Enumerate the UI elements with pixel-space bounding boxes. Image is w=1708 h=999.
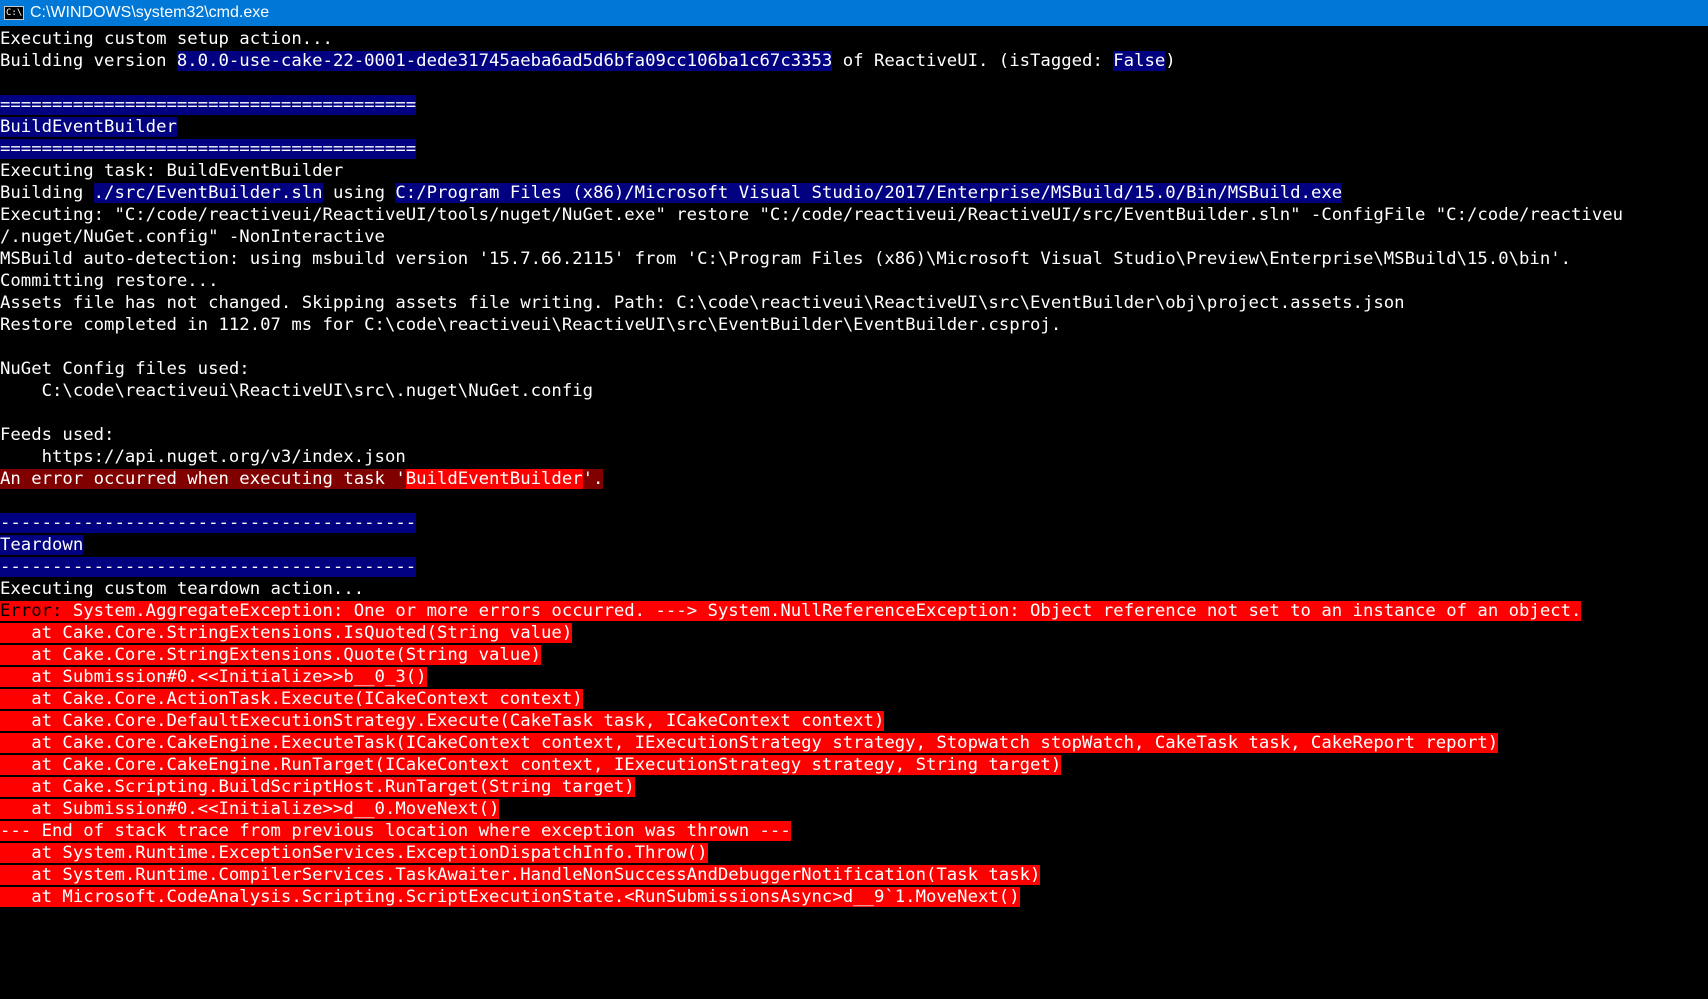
section-separator: ========================================	[0, 139, 417, 159]
console-line: Feeds used:	[0, 424, 1708, 446]
stack-frame: at System.Runtime.CompilerServices.TaskA…	[0, 865, 1041, 885]
window-title: C:\WINDOWS\system32\cmd.exe	[30, 4, 270, 21]
nuget-command-text: Executing: "C:/code/reactiveui/ReactiveU…	[0, 205, 1624, 225]
nuget-config-path: C:\code\reactiveui\ReactiveUI\src\.nuget…	[0, 381, 594, 401]
nuget-config-header: NuGet Config files used:	[0, 359, 250, 379]
solution-path: ./src/EventBuilder.sln	[93, 183, 323, 203]
setup-text: Executing custom setup action...	[0, 29, 333, 49]
stack-frame: at Cake.Core.DefaultExecutionStrategy.Ex…	[0, 711, 885, 731]
version-highlight: 8.0.0-use-cake-22-0001-dede31745aeba6ad5…	[176, 51, 833, 71]
stack-frame: at Cake.Core.StringExtensions.IsQuoted(S…	[0, 623, 573, 643]
console-line: at System.Runtime.CompilerServices.TaskA…	[0, 864, 1708, 886]
console-line: at Cake.Core.DefaultExecutionStrategy.Ex…	[0, 710, 1708, 732]
console-line: Executing custom setup action...	[0, 28, 1708, 50]
msbuild-path: C:/Program Files (x86)/Microsoft Visual …	[395, 183, 1343, 203]
console-output[interactable]: Executing custom setup action... Buildin…	[0, 28, 1708, 999]
console-line: C:\code\reactiveui\ReactiveUI\src\.nuget…	[0, 380, 1708, 402]
assets-text: Assets file has not changed. Skipping as…	[0, 293, 1405, 313]
console-line: at Cake.Core.CakeEngine.ExecuteTask(ICak…	[0, 732, 1708, 754]
console-line: at Submission#0.<<Initialize>>b__0_3()	[0, 666, 1708, 688]
console-line: ========================================	[0, 138, 1708, 160]
stack-frame: at Submission#0.<<Initialize>>b__0_3()	[0, 667, 427, 687]
console-line: Teardown	[0, 534, 1708, 556]
section-separator: ----------------------------------------	[0, 557, 417, 577]
stack-frame: at Microsoft.CodeAnalysis.Scripting.Scri…	[0, 887, 1020, 907]
build-version-prefix: Building version	[0, 51, 177, 71]
task-error-name: BuildEventBuilder	[405, 469, 583, 489]
console-line: at Cake.Core.ActionTask.Execute(ICakeCon…	[0, 688, 1708, 710]
console-line: ----------------------------------------	[0, 512, 1708, 534]
end-of-trace-text: --- End of stack trace from previous loc…	[0, 821, 791, 841]
console-line: at Cake.Core.StringExtensions.Quote(Stri…	[0, 644, 1708, 666]
stack-frame: at Submission#0.<<Initialize>>d__0.MoveN…	[0, 799, 500, 819]
console-line: Assets file has not changed. Skipping as…	[0, 292, 1708, 314]
console-line: /.nuget/NuGet.config" -NonInteractive	[0, 226, 1708, 248]
console-line: ========================================	[0, 94, 1708, 116]
executing-task-text: Executing task: BuildEventBuilder	[0, 161, 344, 181]
restore-done-text: Restore completed in 112.07 ms for C:\co…	[0, 315, 1062, 335]
cmd-icon: C:\.	[4, 6, 24, 20]
console-line: Executing: "C:/code/reactiveui/ReactiveU…	[0, 204, 1708, 226]
console-line: https://api.nuget.org/v3/index.json	[0, 446, 1708, 468]
console-line: Executing task: BuildEventBuilder	[0, 160, 1708, 182]
stack-frame: at System.Runtime.ExceptionServices.Exce…	[0, 843, 708, 863]
error-message: System.AggregateException: One or more e…	[72, 601, 1582, 621]
console-line: Executing custom teardown action...	[0, 578, 1708, 600]
section-title: BuildEventBuilder	[0, 117, 177, 137]
console-line: MSBuild auto-detection: using msbuild ve…	[0, 248, 1708, 270]
teardown-text: Executing custom teardown action...	[0, 579, 365, 599]
stack-frame: at Cake.Core.CakeEngine.ExecuteTask(ICak…	[0, 733, 1499, 753]
console-line: Error: System.AggregateException: One or…	[0, 600, 1708, 622]
console-line: at Submission#0.<<Initialize>>d__0.MoveN…	[0, 798, 1708, 820]
stack-frame: at Cake.Core.ActionTask.Execute(ICakeCon…	[0, 689, 583, 709]
stack-frame: at Cake.Core.StringExtensions.Quote(Stri…	[0, 645, 542, 665]
task-error-suffix: '.	[582, 469, 604, 489]
console-line: ----------------------------------------	[0, 556, 1708, 578]
console-line: at Cake.Core.StringExtensions.IsQuoted(S…	[0, 622, 1708, 644]
console-line: An error occurred when executing task 'B…	[0, 468, 1708, 490]
console-line: at Cake.Core.CakeEngine.RunTarget(ICakeC…	[0, 754, 1708, 776]
console-line: Restore completed in 112.07 ms for C:\co…	[0, 314, 1708, 336]
console-line: at System.Runtime.ExceptionServices.Exce…	[0, 842, 1708, 864]
nuget-command-continuation: /.nuget/NuGet.config" -NonInteractive	[0, 227, 385, 247]
console-line: --- End of stack trace from previous loc…	[0, 820, 1708, 842]
console-line: Building ./src/EventBuilder.sln using C:…	[0, 182, 1708, 204]
console-line: at Cake.Scripting.BuildScriptHost.RunTar…	[0, 776, 1708, 798]
task-error-prefix: An error occurred when executing task '	[0, 469, 406, 489]
title-bar[interactable]: C:\. C:\WINDOWS\system32\cmd.exe	[0, 0, 1708, 26]
console-line: Committing restore...	[0, 270, 1708, 292]
section-title: Teardown	[0, 535, 84, 555]
committing-text: Committing restore...	[0, 271, 219, 291]
building-middle: using	[322, 183, 396, 203]
console-line: Building version 8.0.0-use-cake-22-0001-…	[0, 50, 1708, 72]
section-separator: ========================================	[0, 95, 417, 115]
error-label: Error:	[0, 601, 73, 621]
stack-frame: at Cake.Core.CakeEngine.RunTarget(ICakeC…	[0, 755, 1062, 775]
console-line: BuildEventBuilder	[0, 116, 1708, 138]
stack-frame: at Cake.Scripting.BuildScriptHost.RunTar…	[0, 777, 635, 797]
feeds-url: https://api.nuget.org/v3/index.json	[0, 447, 406, 467]
is-tagged-value: False	[1113, 51, 1166, 71]
section-separator: ----------------------------------------	[0, 513, 417, 533]
building-prefix: Building	[0, 183, 94, 203]
console-line: at Microsoft.CodeAnalysis.Scripting.Scri…	[0, 886, 1708, 908]
feeds-header: Feeds used:	[0, 425, 115, 445]
build-version-middle: of ReactiveUI. (isTagged:	[832, 51, 1114, 71]
msbuild-detect-text: MSBuild auto-detection: using msbuild ve…	[0, 249, 1572, 269]
console-line: NuGet Config files used:	[0, 358, 1708, 380]
build-version-suffix: )	[1165, 51, 1176, 71]
